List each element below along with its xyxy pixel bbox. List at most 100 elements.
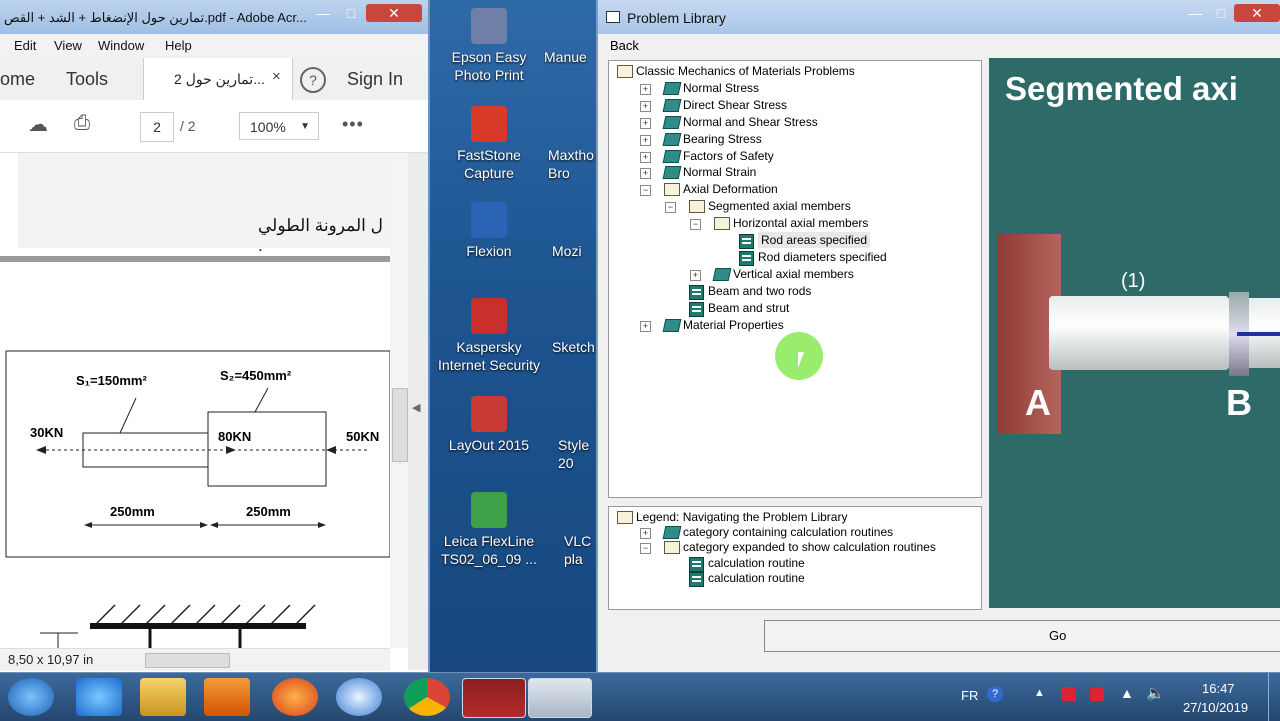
tree-category-item[interactable]: Legend: Navigating the Problem Library <box>609 509 981 524</box>
expand-icon[interactable]: + <box>640 83 651 95</box>
collapse-icon[interactable]: − <box>665 202 676 214</box>
expand-icon[interactable]: + <box>690 269 701 281</box>
problem-library-titlebar[interactable]: Problem Library — □ ✕ <box>598 0 1280 34</box>
tab-home[interactable]: ome <box>0 69 35 90</box>
expand-icon[interactable]: + <box>640 320 651 332</box>
tree-routine-item[interactable]: calculation routine <box>609 570 981 587</box>
tree-category-item[interactable]: + Material Properties <box>609 317 981 334</box>
preview-heading: Segmented axi <box>1005 70 1238 107</box>
tree-category-item[interactable]: + Factors of Safety <box>609 148 981 165</box>
internet-explorer-icon[interactable] <box>76 678 122 716</box>
expand-icon[interactable]: + <box>640 168 651 180</box>
desktop-icon-partial-mozilla[interactable]: Mozi <box>552 242 596 260</box>
horizontal-scroll-thumb[interactable] <box>145 653 230 668</box>
back-menu-item[interactable]: Back <box>610 38 639 53</box>
network-icon[interactable]: ▲ <box>1120 685 1134 701</box>
chrome-icon[interactable] <box>404 678 450 716</box>
expand-icon[interactable]: + <box>640 151 651 163</box>
desktop-icon-layout[interactable]: LayOut 2015 <box>434 396 544 454</box>
file-explorer-icon[interactable] <box>140 678 186 716</box>
tab-tools[interactable]: Tools <box>66 69 108 90</box>
expand-icon[interactable]: + <box>640 117 651 129</box>
scroll-thumb[interactable] <box>392 388 408 462</box>
tree-category-item[interactable]: − Segmented axial members <box>609 198 981 215</box>
tree-category-item[interactable]: − Horizontal axial members <box>609 215 981 232</box>
close-button[interactable]: ✕ <box>366 4 422 22</box>
page-size-text: 8,50 x 10,97 in <box>8 652 94 667</box>
desktop-icon-partial-maxthon[interactable]: Maxtho Bro <box>548 146 596 182</box>
tree-category-item[interactable]: − category expanded to show calculation r… <box>609 539 981 555</box>
show-hidden-icons-icon[interactable]: ▲ <box>1034 687 1045 699</box>
media-player-icon[interactable] <box>204 678 250 716</box>
menu-help[interactable]: Help <box>165 38 192 53</box>
tree-category-item[interactable]: + Normal and Shear Stress <box>609 114 981 131</box>
tree-routine-item[interactable]: calculation routine <box>609 555 981 572</box>
firefox-icon[interactable] <box>272 678 318 716</box>
volume-icon[interactable]: 🔈 <box>1146 684 1165 702</box>
collapse-icon[interactable]: − <box>640 185 651 197</box>
tree-category-item[interactable]: + Bearing Stress <box>609 131 981 148</box>
desktop-icon-epson[interactable]: Epson Easy Photo Print <box>434 8 544 84</box>
collapse-icon[interactable]: − <box>690 219 701 231</box>
tree-category-item[interactable]: + Direct Shear Stress <box>609 97 981 114</box>
help-icon[interactable]: ? <box>300 67 326 93</box>
desktop-icon-faststone[interactable]: FastStone Capture <box>434 106 544 182</box>
pl-minimize-button[interactable]: — <box>1182 4 1208 22</box>
zoom-select[interactable]: 100% ▼ <box>239 112 319 140</box>
desktop-icon-partial-style[interactable]: Style 20 <box>558 436 596 472</box>
tab-document[interactable]: 2 تمارين حول... × <box>143 58 293 100</box>
clock-time[interactable]: 16:47 <box>1202 681 1235 696</box>
collapse-arrow-icon[interactable]: ◀ <box>412 401 420 414</box>
desktop-icon-partial-vlc[interactable]: VLC pla <box>564 532 596 568</box>
upload-cloud-icon[interactable]: ☁ <box>28 112 48 137</box>
tree-category-item[interactable]: + Vertical axial members <box>609 266 981 283</box>
tree-category-item[interactable]: + Normal Strain <box>609 164 981 181</box>
expand-icon[interactable]: + <box>640 134 651 146</box>
taskbar: FR ? ▲ ▲ 🔈 16:47 27/10/2019 <box>0 672 1280 721</box>
desktop-icon-kaspersky[interactable]: Kaspersky Internet Security <box>434 298 544 374</box>
tree-category-item[interactable]: + category containing calculation routine… <box>609 524 981 540</box>
expand-icon[interactable]: + <box>640 528 651 540</box>
desktop-icon-flexion[interactable]: Flexion <box>434 202 544 260</box>
tree-category-item[interactable]: Classic Mechanics of Materials Problems <box>609 63 981 80</box>
close-tab-icon[interactable]: × <box>272 68 281 85</box>
desktop-icon-leica[interactable]: Leica FlexLine TS02_06_09 ... <box>434 492 544 568</box>
start-button[interactable] <box>8 678 54 716</box>
action-center-icon[interactable] <box>1062 687 1076 701</box>
sign-in-link[interactable]: Sign In <box>347 69 403 90</box>
desktop-icon-partial-sketchup[interactable]: Sketch <box>552 338 596 356</box>
tree-category-item[interactable]: + Normal Stress <box>609 80 981 97</box>
show-desktop-button[interactable] <box>1268 673 1280 721</box>
help-tray-icon[interactable]: ? <box>987 686 1003 702</box>
side-pane-toggle[interactable]: ◀ <box>408 153 428 670</box>
vertical-scrollbar[interactable] <box>390 153 408 648</box>
swirl-app-icon[interactable] <box>336 678 382 716</box>
tree-category-item[interactable]: − Axial Deformation <box>609 181 981 198</box>
tree-routine-item[interactable]: Beam and two rods <box>609 283 981 300</box>
tree-routine-item[interactable]: Rod areas specified <box>609 232 981 249</box>
collapse-icon[interactable]: − <box>640 543 651 555</box>
acrobat-titlebar[interactable]: تمارين حول الإنضغاط + الشد + القص.pdf - … <box>0 0 428 34</box>
go-button[interactable]: Go <box>764 620 1280 652</box>
page-number-input[interactable]: 2 <box>140 112 174 142</box>
pl-maximize-button[interactable]: □ <box>1208 4 1234 22</box>
security-tray-icon[interactable] <box>1090 687 1104 701</box>
minimize-button[interactable]: — <box>310 4 336 22</box>
print-icon[interactable]: ⎙ <box>74 112 90 135</box>
menu-window[interactable]: Window <box>98 38 144 53</box>
desktop-icon-partial-manual[interactable]: Manue <box>544 48 596 66</box>
document-view[interactable]: ل المرونة الطولي . S₁=150mm² S₂=450mm² 3… <box>0 153 390 648</box>
more-options-icon[interactable]: ••• <box>342 114 364 135</box>
pl-close-button[interactable]: ✕ <box>1234 4 1280 22</box>
tree-routine-item[interactable]: Beam and strut <box>609 300 981 317</box>
clock-date[interactable]: 27/10/2019 <box>1183 700 1248 715</box>
tree-routine-item[interactable]: Rod diameters specified <box>609 249 981 266</box>
language-indicator[interactable]: FR <box>961 688 978 703</box>
menu-view[interactable]: View <box>54 38 82 53</box>
menu-edit[interactable]: Edit <box>14 38 36 53</box>
expand-icon[interactable]: + <box>640 100 651 112</box>
maximize-button[interactable]: □ <box>338 4 364 22</box>
acrobat-taskbar-button[interactable] <box>462 678 526 718</box>
mdsolids-taskbar-button[interactable] <box>528 678 592 718</box>
problem-tree[interactable]: Classic Mechanics of Materials Problems +… <box>608 60 982 498</box>
